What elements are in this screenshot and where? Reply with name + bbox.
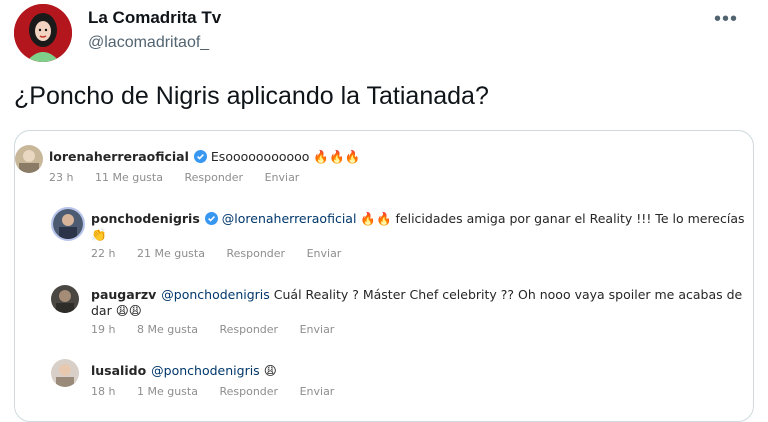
comment-time: 22 h: [91, 247, 116, 260]
comment-text: 🔥🔥 felicidades amiga por ganar el Realit…: [360, 211, 745, 226]
reply-button[interactable]: Responder: [226, 247, 285, 260]
comment-text-line2: 👏: [91, 227, 107, 242]
comment-username[interactable]: ponchodenigris: [91, 211, 200, 226]
author-name[interactable]: La Comadrita Tv: [88, 8, 221, 28]
commenter-avatar[interactable]: [15, 145, 43, 173]
comment-time: 23 h: [49, 171, 74, 184]
reply-button[interactable]: Responder: [219, 385, 278, 398]
reply-button[interactable]: Responder: [184, 171, 243, 184]
comment-mention[interactable]: @ponchodenigris: [151, 363, 260, 378]
comment-likes[interactable]: 1 Me gusta: [137, 385, 198, 398]
comment-text: Cuál Reality ? Máster Chef celebrity ?? …: [273, 287, 743, 302]
comment-mention[interactable]: @lorenaherreraoficial: [222, 211, 357, 226]
comment-text: 😩: [263, 363, 277, 378]
comment-lusalido: lusalido @ponchodenigris 😩 18 h 1 Me gust…: [51, 359, 741, 409]
commenter-avatar[interactable]: [51, 207, 85, 241]
verified-badge-icon: [193, 150, 207, 163]
comment-likes[interactable]: 11 Me gusta: [95, 171, 163, 184]
comment-username[interactable]: paugarzv: [91, 287, 156, 302]
comment-mention[interactable]: @ponchodenigris: [161, 287, 270, 302]
send-button[interactable]: Enviar: [265, 171, 300, 184]
comment-likes[interactable]: 21 Me gusta: [137, 247, 205, 260]
verified-badge-icon: [204, 212, 218, 225]
author-handle[interactable]: @lacomadritaof_: [88, 34, 209, 52]
send-button[interactable]: Enviar: [300, 323, 335, 336]
reply-button[interactable]: Responder: [219, 323, 278, 336]
comment-username[interactable]: lusalido: [91, 363, 146, 378]
send-button[interactable]: Enviar: [300, 385, 335, 398]
media-card[interactable]: lorenaherreraoficial Esooooooooooo 🔥🔥🔥 23…: [14, 130, 754, 422]
comment-username[interactable]: lorenaherreraoficial: [49, 149, 189, 164]
commenter-avatar[interactable]: [51, 285, 79, 313]
comment-lorenaherreraoficial: lorenaherreraoficial Esooooooooooo 🔥🔥🔥 23…: [15, 145, 735, 195]
comment-likes[interactable]: 8 Me gusta: [137, 323, 198, 336]
comment-text: Esooooooooooo 🔥🔥🔥: [210, 149, 361, 164]
more-icon[interactable]: •••: [714, 8, 738, 31]
comment-paugarzv: paugarzv @ponchodenigris Cuál Reality ? M…: [51, 283, 743, 339]
send-button[interactable]: Enviar: [307, 247, 342, 260]
comment-text-line2: dar 😩😩: [91, 303, 142, 318]
comment-ponchodenigris: ponchodenigris @lorenaherreraoficial 🔥🔥 f…: [51, 207, 745, 263]
commenter-avatar[interactable]: [51, 359, 79, 387]
tweet-header: La Comadrita Tv @lacomadritaof_ •••: [14, 2, 754, 62]
comment-time: 18 h: [91, 385, 116, 398]
author-avatar[interactable]: [14, 4, 72, 62]
comment-time: 19 h: [91, 323, 116, 336]
tweet-text: ¿Poncho de Nigris aplicando la Tatianada…: [14, 82, 489, 110]
